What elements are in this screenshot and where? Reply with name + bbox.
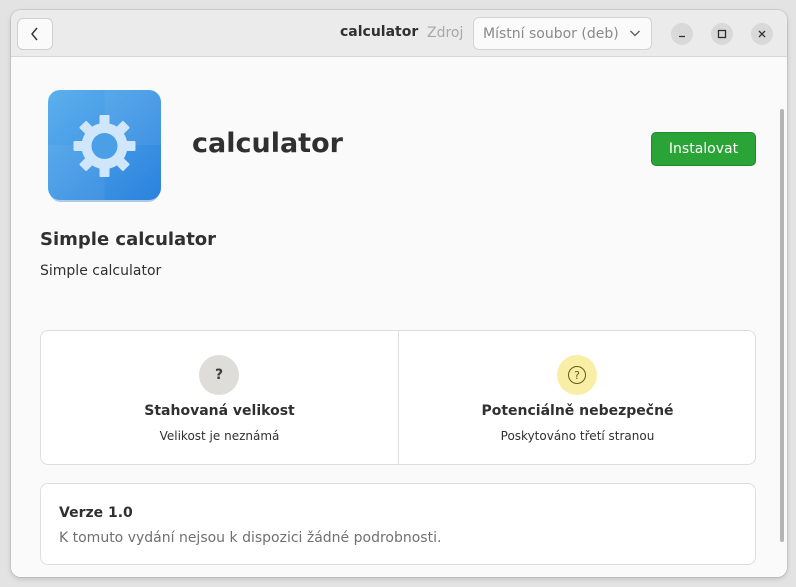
app-summary: Simple calculator: [40, 229, 217, 250]
app-icon: [48, 90, 161, 203]
gear-icon: [48, 90, 161, 202]
app-description: Simple calculator: [40, 263, 162, 279]
scrollbar[interactable]: [780, 109, 784, 542]
close-button[interactable]: [751, 23, 773, 45]
download-size-title: Stahovaná velikost: [144, 403, 295, 419]
source-dropdown[interactable]: Místní soubor (deb): [473, 17, 652, 50]
question-symbol: ?: [214, 367, 224, 383]
source-dropdown-value: Místní soubor (deb): [483, 26, 619, 42]
version-details: K tomuto vydání nejsou k dispozici žádné…: [59, 530, 442, 546]
install-button[interactable]: Instalovat: [651, 132, 756, 166]
source-label: Zdroj: [427, 25, 464, 41]
question-icon: ?: [199, 355, 239, 395]
minimize-button[interactable]: [671, 23, 693, 45]
warning-question-symbol: ?: [568, 366, 586, 384]
maximize-button[interactable]: [711, 23, 733, 45]
download-size-tile[interactable]: ? Stahovaná velikost Velikost je neznámá: [41, 331, 398, 464]
safety-tile[interactable]: ? Potenciálně nebezpečné Poskytováno tře…: [399, 331, 756, 464]
window-title: calculator: [340, 24, 419, 40]
version-title: Verze 1.0: [59, 505, 133, 521]
maximize-icon: [717, 29, 727, 39]
app-window: calculator Zdroj Místní soubor (deb) cal…: [11, 10, 787, 577]
header-bar: calculator Zdroj Místní soubor (deb): [11, 10, 787, 57]
download-size-subtitle: Velikost je neznámá: [159, 429, 280, 443]
minimize-icon: [679, 35, 685, 38]
chevron-down-icon: [630, 30, 640, 37]
safety-subtitle: Poskytováno třetí stranou: [500, 429, 655, 443]
app-name: calculator: [192, 128, 343, 159]
warning-question-icon: ?: [557, 355, 597, 395]
back-button[interactable]: [17, 18, 53, 50]
chevron-left-icon: [31, 27, 38, 41]
close-icon: [758, 30, 766, 38]
safety-title: Potenciálně nebezpečné: [481, 403, 674, 419]
info-tiles-card: ? Stahovaná velikost Velikost je neznámá…: [40, 330, 756, 465]
version-card: Verze 1.0 K tomuto vydání nejsou k dispo…: [40, 483, 756, 565]
